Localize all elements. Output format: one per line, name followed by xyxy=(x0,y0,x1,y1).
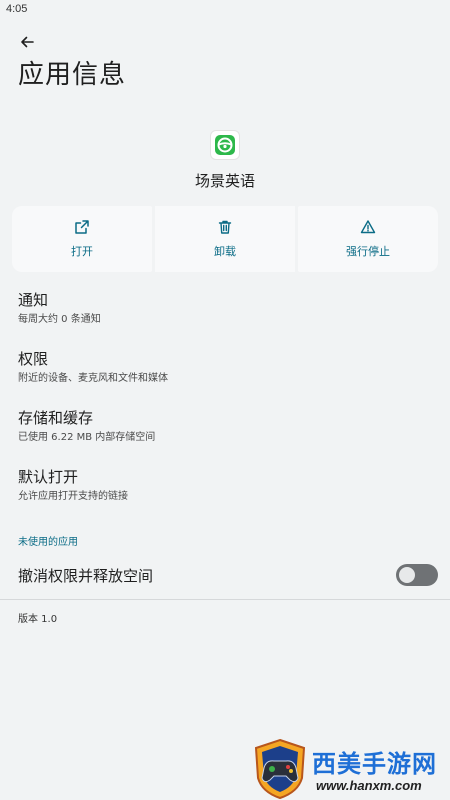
watermark-url: www.hanxm.com xyxy=(316,778,422,793)
open-button-label: 打开 xyxy=(71,245,93,258)
open-button[interactable]: 打开 xyxy=(12,206,152,272)
watermark-text: 西美手游网 xyxy=(312,750,437,778)
setting-title: 默认打开 xyxy=(18,468,79,486)
setting-subtitle: 每周大约 0 条通知 xyxy=(18,314,101,325)
open-external-icon xyxy=(75,220,89,234)
setting-subtitle: 允许应用打开支持的链接 xyxy=(18,491,128,502)
trash-icon xyxy=(218,220,232,234)
setting-notifications[interactable]: 通知 每周大约 0 条通知 xyxy=(18,290,428,327)
setting-subtitle: 已使用 6.22 MB 内部存储空间 xyxy=(18,432,156,443)
force-stop-button[interactable]: 强行停止 xyxy=(298,206,438,272)
page-title: 应用信息 xyxy=(18,60,127,90)
status-bar: 4:05 xyxy=(0,0,450,20)
back-arrow-icon xyxy=(21,36,34,48)
setting-title: 通知 xyxy=(18,291,49,309)
app-name: 场景英语 xyxy=(194,172,255,190)
setting-permissions[interactable]: 权限 附近的设备、麦克风和文件和媒体 xyxy=(18,349,428,386)
app-icon xyxy=(211,131,239,159)
game-controller-shield-icon xyxy=(254,738,306,800)
setting-open-by-default[interactable]: 默认打开 允许应用打开支持的链接 xyxy=(18,467,428,504)
watermark-logo: 西美手游网 www.hanxm.com xyxy=(250,738,450,800)
remove-permissions-toggle[interactable] xyxy=(396,564,438,586)
divider xyxy=(0,599,450,600)
uninstall-button[interactable]: 卸载 xyxy=(155,206,295,272)
toggle-knob xyxy=(399,567,415,583)
steering-wheel-app-icon xyxy=(215,135,235,155)
app-version: 版本 1.0 xyxy=(18,614,58,625)
remove-permissions-label: 撤消权限并释放空间 xyxy=(18,566,154,585)
setting-title: 权限 xyxy=(18,350,49,368)
action-bar: 打开 卸载 强行停止 xyxy=(12,206,438,272)
back-button[interactable] xyxy=(12,30,42,54)
unused-apps-header: 未使用的应用 xyxy=(18,537,78,548)
force-stop-button-label: 强行停止 xyxy=(346,245,390,258)
setting-subtitle: 附近的设备、麦克风和文件和媒体 xyxy=(18,373,168,384)
setting-storage-cache[interactable]: 存储和缓存 已使用 6.22 MB 内部存储空间 xyxy=(18,408,428,445)
uninstall-button-label: 卸载 xyxy=(214,245,236,258)
remove-permissions-row[interactable]: 撤消权限并释放空间 xyxy=(18,562,438,588)
setting-title: 存储和缓存 xyxy=(18,409,94,427)
warning-triangle-icon xyxy=(360,220,376,234)
status-time: 4:05 xyxy=(6,3,28,15)
